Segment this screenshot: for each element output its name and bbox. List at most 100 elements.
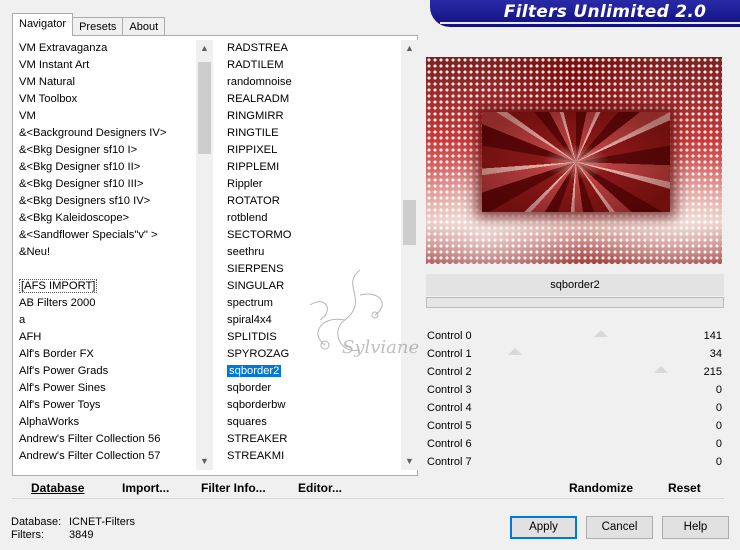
filter-item-label: sqborderbw <box>227 399 286 411</box>
reset-label: Reset <box>668 481 701 495</box>
filter-scroll-thumb[interactable] <box>403 200 416 245</box>
control-slider-thumb[interactable] <box>594 330 609 337</box>
filter-item[interactable]: sqborderbw <box>227 397 285 414</box>
filter-item[interactable]: RIPPIXEL <box>227 142 277 159</box>
app-banner: Filters Unlimited 2.0 <box>430 0 740 27</box>
filter-item[interactable]: SINGULAR <box>227 278 284 295</box>
filters-count-label: Filters: <box>11 529 44 541</box>
database-info-label: Database: <box>11 516 62 528</box>
category-item[interactable]: &<Bkg Designer sf10 III> <box>19 176 143 193</box>
tab-about[interactable]: About <box>122 17 166 36</box>
control-row[interactable]: Control 2 215 <box>426 363 724 381</box>
filter-item[interactable]: STREAKER <box>227 431 287 448</box>
category-item[interactable]: &<Bkg Designer sf10 I> <box>19 142 137 159</box>
scroll-down-arrow-icon[interactable]: ▼ <box>401 453 418 470</box>
category-scroll-thumb[interactable] <box>198 62 211 154</box>
filter-item[interactable]: spiral4x4 <box>227 312 272 329</box>
filter-item-label: STREAKER <box>227 433 288 445</box>
filter-item[interactable]: sqborder2 <box>227 363 282 380</box>
control-row[interactable]: Control 0 141 <box>426 327 724 345</box>
category-item[interactable]: Andrew's Filter Collection 56 <box>19 431 160 448</box>
category-item[interactable]: VM Instant Art <box>19 57 89 74</box>
editor-button[interactable]: Editor... <box>298 480 342 496</box>
database-button[interactable]: Database <box>31 480 84 496</box>
filter-scrollbar[interactable]: ▲ ▼ <box>401 40 418 470</box>
filter-item[interactable]: RADSTREA <box>227 40 288 57</box>
filter-item[interactable]: ROTATOR <box>227 193 280 210</box>
filter-item[interactable]: squares <box>227 414 267 431</box>
category-item[interactable]: &<Sandflower Specials"v" > <box>19 227 158 244</box>
category-item[interactable]: VM Extravaganza <box>19 40 107 57</box>
cancel-button[interactable]: Cancel <box>586 516 653 539</box>
filter-list[interactable]: RADSTREA RADTILEM randomnoise REALRADM RINGM… <box>227 40 402 470</box>
category-item[interactable]: AFH <box>19 329 41 346</box>
control-row[interactable]: Control 1 34 <box>426 345 724 363</box>
tab-navigator[interactable]: Navigator <box>12 13 74 36</box>
filter-item[interactable]: spectrum <box>227 295 273 312</box>
filter-info-button[interactable]: Filter Info... <box>201 480 266 496</box>
category-item[interactable]: AB Filters 2000 <box>19 295 95 312</box>
preview-center-shade <box>482 112 670 212</box>
filter-item[interactable]: sqborder <box>227 380 271 397</box>
scroll-down-arrow-icon[interactable]: ▼ <box>196 453 213 470</box>
controls-panel: Control 0 141 Control 1 34 Control 2 215 Contr… <box>426 327 724 472</box>
filter-item[interactable]: randomnoise <box>227 74 292 91</box>
category-item[interactable]: Alf's Power Toys <box>19 397 101 414</box>
filter-item[interactable]: rotblend <box>227 210 267 227</box>
scroll-up-arrow-icon[interactable]: ▲ <box>196 40 213 57</box>
filter-item[interactable]: REALRADM <box>227 91 289 108</box>
scroll-up-arrow-icon[interactable]: ▲ <box>401 40 418 57</box>
apply-button[interactable]: Apply <box>510 516 577 539</box>
control-value: 0 <box>715 402 722 414</box>
control-value: 0 <box>715 420 722 432</box>
control-slider-thumb[interactable] <box>653 366 668 373</box>
filter-item[interactable]: SIERPENS <box>227 261 284 278</box>
category-item[interactable]: &<Bkg Designers sf10 IV> <box>19 193 150 210</box>
category-item[interactable]: VM Toolbox <box>19 91 77 108</box>
category-item[interactable]: Alf's Power Sines <box>19 380 106 397</box>
filter-item-label: SECTORMO <box>227 229 292 241</box>
category-item[interactable]: AlphaWorks <box>19 414 79 431</box>
control-row[interactable]: Control 4 0 <box>426 399 724 417</box>
category-item[interactable]: VM Natural <box>19 74 75 91</box>
category-item[interactable]: [AFS IMPORT] <box>19 278 98 295</box>
filter-item-label: randomnoise <box>227 76 292 88</box>
filter-item[interactable]: RIPPLEMI <box>227 159 279 176</box>
filter-item-label: sqborder <box>227 382 272 394</box>
category-item[interactable]: &Neu! <box>19 244 50 261</box>
category-item[interactable]: VM <box>19 108 36 125</box>
filter-item[interactable]: seethru <box>227 244 264 261</box>
category-item[interactable]: Alf's Border FX <box>19 346 94 363</box>
import-button[interactable]: Import... <box>122 480 169 496</box>
tab-presets[interactable]: Presets <box>72 17 124 36</box>
reset-button[interactable]: Reset <box>668 480 701 496</box>
control-label: Control 2 <box>427 366 472 378</box>
control-value: 215 <box>703 366 722 378</box>
control-row[interactable]: Control 3 0 <box>426 381 724 399</box>
help-button[interactable]: Help <box>662 516 729 539</box>
filter-item[interactable]: STREAKMI <box>227 448 284 465</box>
category-item[interactable]: &<Bkg Kaleidoscope> <box>19 210 129 227</box>
category-list[interactable]: VM Extravaganza VM Instant Art VM Natural V… <box>19 40 196 470</box>
category-item[interactable]: Alf's Power Grads <box>19 363 108 380</box>
control-row[interactable]: Control 5 0 <box>426 417 724 435</box>
filter-item[interactable]: SECTORMO <box>227 227 291 244</box>
filter-item[interactable]: Rippler <box>227 176 262 193</box>
control-row[interactable]: Control 7 0 <box>426 453 724 471</box>
filter-item[interactable]: SPLITDIS <box>227 329 277 346</box>
randomize-button[interactable]: Randomize <box>569 480 633 496</box>
category-scrollbar[interactable]: ▲ ▼ <box>196 40 213 470</box>
filter-item[interactable]: RINGMIRR <box>227 108 284 125</box>
category-item[interactable]: &<Bkg Designer sf10 II> <box>19 159 140 176</box>
category-item[interactable]: Andrew's Filter Collection 57 <box>19 448 160 465</box>
control-slider-thumb[interactable] <box>508 348 523 355</box>
category-item[interactable]: a <box>19 312 25 329</box>
category-item[interactable]: &<Background Designers IV> <box>19 125 166 142</box>
filter-item[interactable]: RADTILEM <box>227 57 284 74</box>
filter-item-label: REALRADM <box>227 93 290 105</box>
filter-item-label: RINGTILE <box>227 127 279 139</box>
filter-item[interactable]: SPYROZAG <box>227 346 289 363</box>
filter-item[interactable]: RINGTILE <box>227 125 279 142</box>
control-row[interactable]: Control 6 0 <box>426 435 724 453</box>
filter-item-label: seethru <box>227 246 265 258</box>
